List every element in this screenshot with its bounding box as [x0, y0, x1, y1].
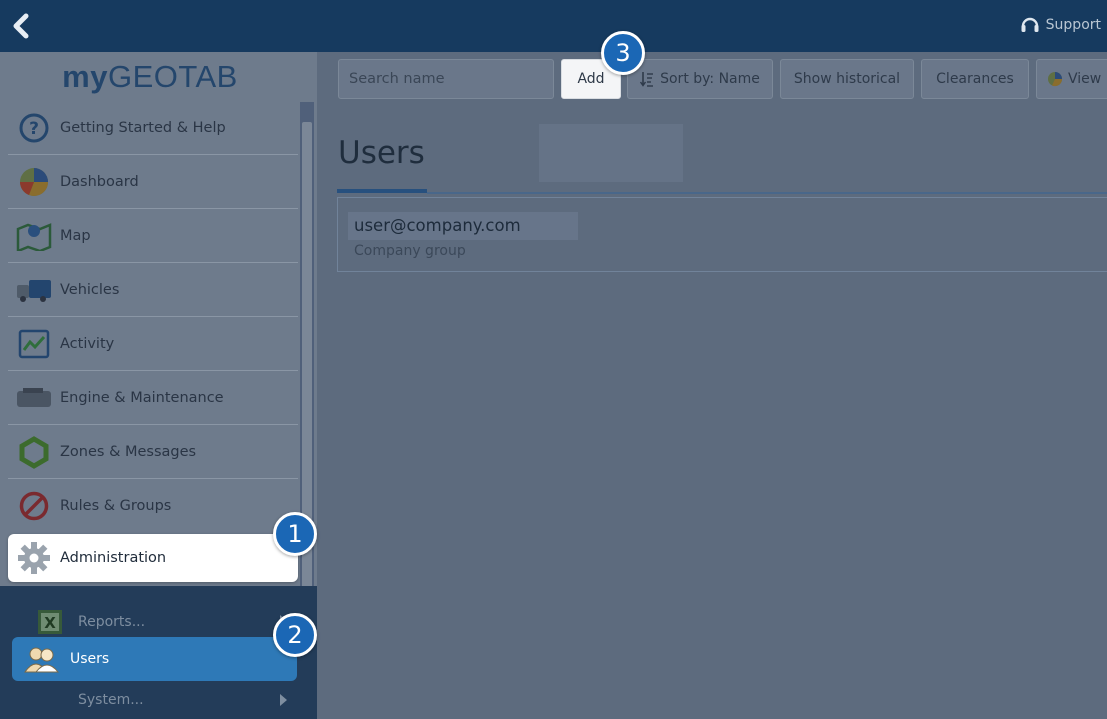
sidebar-nav: ? Getting Started & Help Dashboard Map V…	[8, 102, 298, 582]
gear-icon	[14, 538, 54, 578]
administration-submenu: X Reports... Users System...	[0, 586, 317, 719]
top-bar: Support	[0, 0, 1107, 52]
sidebar-item-map[interactable]: Map	[8, 208, 298, 262]
page-title: Users	[338, 135, 425, 171]
callout-badge-3: 3	[601, 31, 645, 75]
view-button-label: View	[1068, 71, 1102, 87]
sidebar-item-label: Map	[60, 227, 91, 244]
view-button[interactable]: View	[1036, 59, 1107, 99]
back-button[interactable]	[8, 8, 48, 44]
submenu-item-users[interactable]: Users	[12, 637, 297, 681]
show-historical-label: Show historical	[793, 71, 901, 87]
headset-icon	[1021, 17, 1039, 32]
sidebar-item-label: Getting Started & Help	[60, 120, 226, 136]
search-input[interactable]	[338, 59, 554, 99]
sort-button-label: Sort by: Name	[660, 71, 760, 87]
user-group: Company group	[354, 243, 466, 259]
sidebar-item-vehicles[interactable]: Vehicles	[8, 262, 298, 316]
sort-button[interactable]: Sort by: Name	[627, 59, 773, 99]
sidebar-item-dashboard[interactable]: Dashboard	[8, 154, 298, 208]
clearances-label: Clearances	[936, 71, 1014, 87]
toolbar: Add Sort by: Name Show historical Cleara…	[330, 56, 1107, 102]
svg-text:?: ?	[29, 119, 39, 139]
user-name: user@company.com	[354, 216, 521, 235]
clearances-button[interactable]: Clearances	[921, 59, 1029, 99]
sidebar-item-label: Vehicles	[60, 281, 120, 298]
chevron-left-icon	[13, 13, 29, 39]
sidebar-item-label: Activity	[60, 335, 115, 352]
sidebar-item-label: Rules & Groups	[60, 497, 172, 514]
support-link[interactable]: Support	[1020, 14, 1101, 36]
active-tab-indicator	[337, 189, 427, 193]
pie-chart-icon	[1048, 72, 1063, 87]
users-icon	[22, 644, 62, 674]
logo-geotab: GEOTAB	[107, 59, 238, 94]
sidebar-item-activity[interactable]: Activity	[8, 316, 298, 370]
map-icon	[14, 216, 54, 256]
sidebar-item-rules[interactable]: Rules & Groups	[8, 478, 298, 532]
users-list: user@company.com Company group	[337, 197, 1107, 272]
submenu-item-label: Users	[70, 651, 110, 667]
svg-text:X: X	[44, 614, 56, 632]
activity-icon	[14, 324, 54, 364]
add-button-label: Add	[577, 71, 605, 87]
sidebar-item-administration[interactable]: Administration	[8, 534, 298, 582]
support-label: Support	[1045, 17, 1101, 33]
excel-icon: X	[30, 609, 70, 635]
callout-badge-2: 2	[273, 613, 317, 657]
tab-divider	[427, 192, 1107, 194]
sidebar-item-label: Dashboard	[60, 173, 139, 190]
sidebar: myGEOTAB ? Getting Started & Help Dashbo…	[0, 52, 317, 719]
logo-text: myGEOTAB	[62, 59, 238, 95]
pie-chart-icon	[14, 162, 54, 202]
list-item[interactable]: user@company.com Company group	[344, 208, 1104, 264]
sidebar-item-label: Administration	[60, 550, 167, 566]
sort-icon	[640, 72, 654, 87]
submenu-item-system[interactable]: System...	[12, 682, 297, 718]
chevron-right-icon	[280, 694, 287, 706]
engine-icon	[14, 378, 54, 418]
logo[interactable]: myGEOTAB	[0, 52, 300, 102]
sidebar-item-label: Engine & Maintenance	[60, 389, 224, 406]
help-icon: ?	[14, 108, 54, 148]
sidebar-item-label: Zones & Messages	[60, 443, 197, 460]
zone-icon	[14, 432, 54, 472]
callout-badge-1: 1	[273, 512, 317, 556]
sidebar-item-getting-started[interactable]: ? Getting Started & Help	[8, 102, 298, 154]
sidebar-item-zones[interactable]: Zones & Messages	[8, 424, 298, 478]
submenu-item-label: System...	[78, 692, 144, 708]
logo-my: my	[62, 59, 108, 94]
prohibited-icon	[14, 486, 54, 526]
submenu-item-label: Reports...	[78, 614, 146, 630]
truck-icon	[14, 270, 54, 310]
sidebar-item-engine[interactable]: Engine & Maintenance	[8, 370, 298, 424]
show-historical-button[interactable]: Show historical	[780, 59, 914, 99]
placeholder-block	[539, 124, 683, 182]
